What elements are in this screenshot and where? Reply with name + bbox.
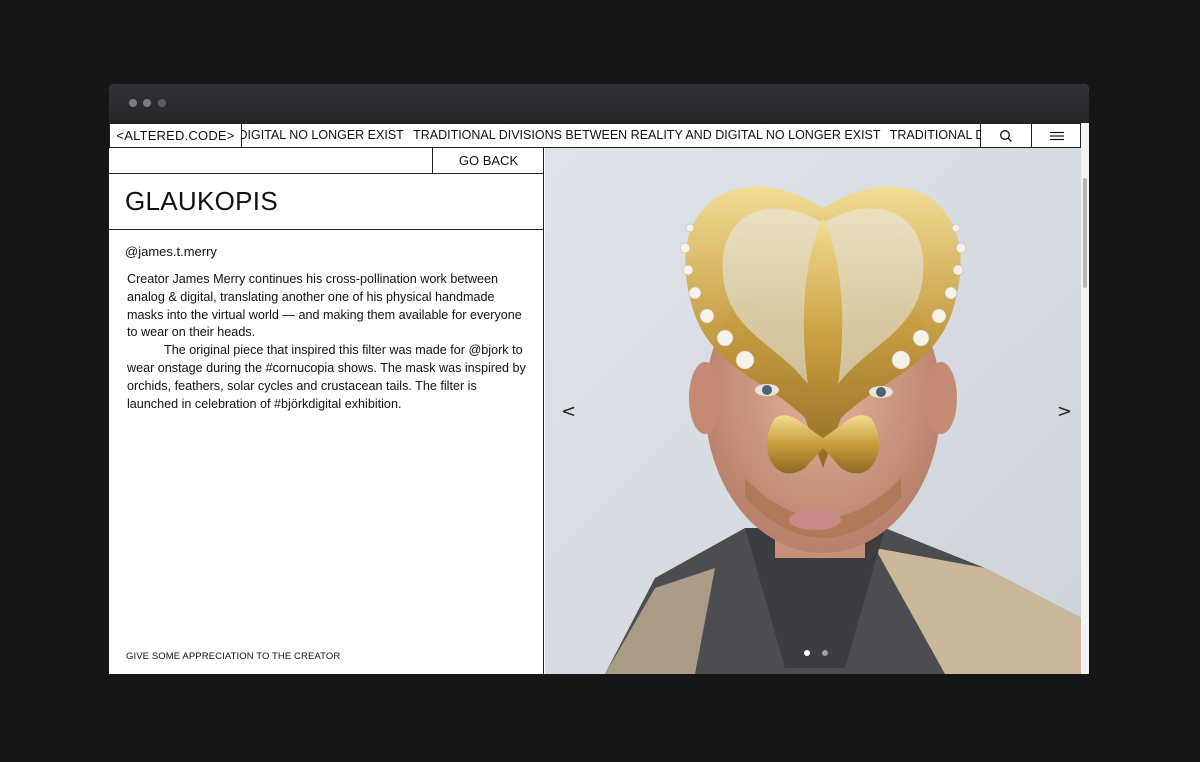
window-close-button[interactable] <box>129 99 137 107</box>
filter-info-panel: GO BACK GLAUKOPIS @james.t.merry Creator… <box>109 148 544 674</box>
marquee-ticker: D DIGITAL NO LONGER EXIST TRADITIONAL DI… <box>242 124 980 147</box>
creator-handle[interactable]: @james.t.merry <box>125 244 217 259</box>
ticker-text: D DIGITAL NO LONGER EXIST <box>242 128 404 142</box>
page: <ALTERED.CODE> D DIGITAL NO LONGER EXIST… <box>109 123 1089 674</box>
browser-window: <ALTERED.CODE> D DIGITAL NO LONGER EXIST… <box>109 84 1089 674</box>
window-maximize-button[interactable] <box>158 99 166 107</box>
window-titlebar <box>109 84 1089 123</box>
ticker-text: TRADITIONAL DIVISIONS BETWEEN REALITY AN… <box>413 128 881 142</box>
search-button[interactable] <box>980 124 1031 147</box>
window-minimize-button[interactable] <box>143 99 151 107</box>
filter-description: Creator James Merry continues his cross-… <box>127 271 527 413</box>
site-logo[interactable]: <ALTERED.CODE> <box>110 124 242 147</box>
description-paragraph: The original piece that inspired this fi… <box>127 343 526 411</box>
page-scrollbar[interactable] <box>1081 123 1089 674</box>
description-paragraph: Creator James Merry continues his cross-… <box>127 272 522 340</box>
appreciation-link[interactable]: GIVE SOME APPRECIATION TO THE CREATOR <box>126 651 340 662</box>
scrollbar-thumb[interactable] <box>1083 178 1087 288</box>
go-back-button[interactable]: GO BACK <box>432 148 544 173</box>
carousel-dot[interactable] <box>822 650 828 656</box>
image-carousel: < > <box>545 148 1081 674</box>
top-nav-bar: <ALTERED.CODE> D DIGITAL NO LONGER EXIST… <box>109 123 1081 148</box>
ticker-text: TRADITIONAL DIVISIONS BE <box>889 128 980 142</box>
search-icon <box>1000 129 1012 142</box>
carousel-dot-active[interactable] <box>804 650 810 656</box>
title-row: GLAUKOPIS <box>109 174 544 230</box>
menu-button[interactable] <box>1031 124 1081 147</box>
filter-preview-image <box>545 148 1081 674</box>
carousel-next-button[interactable]: > <box>1057 401 1072 422</box>
hamburger-menu-icon <box>1049 131 1064 140</box>
carousel-prev-button[interactable]: < <box>561 401 576 422</box>
go-back-row: GO BACK <box>109 148 544 174</box>
filter-title: GLAUKOPIS <box>125 186 278 216</box>
